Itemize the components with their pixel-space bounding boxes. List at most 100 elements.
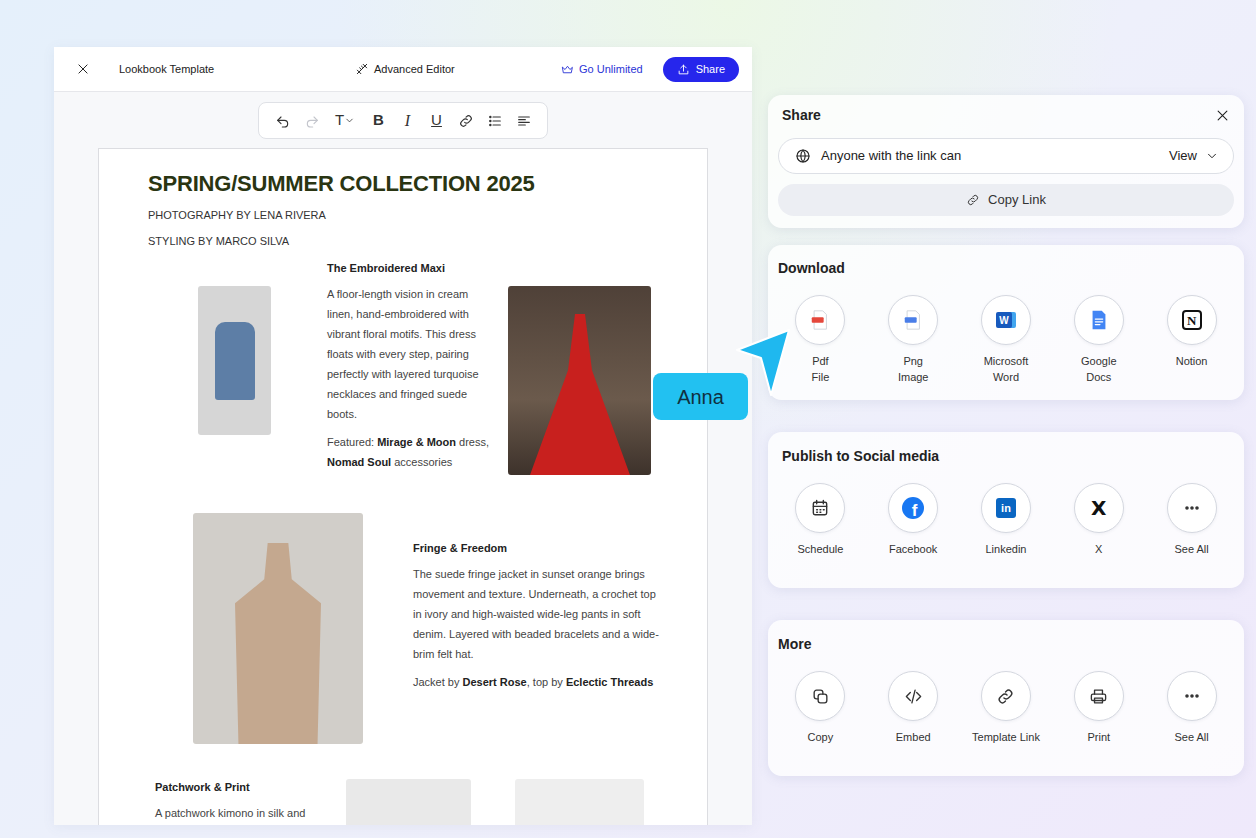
option-item: Png Image [867,295,960,385]
credit-line: PHOTOGRAPHY BY LENA RIVERA [148,207,707,223]
word-logo-icon: W [996,312,1016,328]
credit-segment: , top by [527,676,566,688]
option-label: Schedule [797,541,843,557]
panel-title: Publish to Social media [774,446,1238,466]
facebook-logo-icon: f [902,497,924,519]
photo [198,286,271,435]
close-icon [76,62,90,76]
undo-button[interactable] [269,106,296,136]
more-button[interactable] [1167,483,1217,533]
social-panel-options: SchedulefFacebookinLinkedinXXSee All [774,483,1238,557]
document-name: Lookbook Template [119,61,214,78]
png-button[interactable] [888,295,938,345]
option-item: Schedule [774,483,867,557]
section-text: The Embroidered MaxiA floor-length visio… [327,260,497,472]
editor-canvas: TBIU SPRING/SUMMER COLLECTION 2025 PHOTOGR… [54,92,752,825]
word-button[interactable]: W [981,295,1031,345]
advanced-editor-label: Advanced Editor [374,61,455,78]
section-credit: Featured: Mirage & Moon dress, Nomad Sou… [327,432,497,472]
option-label: See All [1174,541,1208,557]
close-button[interactable] [76,62,90,76]
print-button[interactable] [1074,671,1124,721]
list-button[interactable] [481,106,508,136]
format-toolbar: TBIU [258,102,548,139]
option-label: Pdf File [812,353,830,385]
photo [346,779,471,825]
underline-button[interactable]: U [423,106,450,136]
stage: Lookbook Template Advanced Editor Go Unlim… [0,0,1256,825]
png-icon [902,308,924,332]
more-button[interactable] [1167,671,1217,721]
printer-icon [1089,687,1108,706]
more-icon [1182,498,1202,518]
option-label: Png Image [898,353,929,385]
schedule-button[interactable] [795,483,845,533]
facebook-glyph: f [902,497,924,519]
top-bar: Lookbook Template Advanced Editor Go Unlim… [54,47,752,92]
option-label: Notion [1176,353,1208,369]
share-sidebar: Share Anyone with the link can View Copy Li… [768,95,1244,776]
option-label: Print [1087,729,1110,745]
list-icon [487,113,503,129]
link-button[interactable] [981,671,1031,721]
notion-glyph: N [1182,310,1202,330]
more-panel: MoreCopyEmbedTemplate LinkPrintSee All [768,620,1244,776]
go-unlimited-button[interactable]: Go Unlimited [561,61,643,78]
option-label: Copy [808,729,834,745]
embed-button[interactable] [888,671,938,721]
option-item: Template Link [960,671,1053,745]
photo [515,779,644,825]
access-select[interactable]: Anyone with the link can View [778,138,1234,174]
text-style-button[interactable]: T [327,106,363,136]
pdf-button[interactable] [795,295,845,345]
close-icon [1215,108,1230,123]
document-header: SPRING/SUMMER COLLECTION 2025 PHOTOGRAPHY… [99,171,707,249]
italic-button[interactable]: I [394,106,421,136]
link-icon [996,687,1015,706]
link-button[interactable] [452,106,479,136]
x-button[interactable]: X [1074,483,1124,533]
notion-button[interactable]: N [1167,295,1217,345]
redo-icon [304,113,320,129]
option-label: Template Link [972,729,1040,745]
copy-button[interactable] [795,671,845,721]
bold-label: B [373,109,384,132]
gdocs-button[interactable] [1074,295,1124,345]
share-button[interactable]: Share [663,57,739,82]
linkedin-button[interactable]: in [981,483,1031,533]
section-title: Fringe & Freedom [413,540,663,556]
close-share-button[interactable] [1215,108,1230,123]
share-panel: Share Anyone with the link can View Copy Li… [768,95,1244,228]
facebook-button[interactable]: f [888,483,938,533]
access-label: Anyone with the link can [821,146,961,166]
section-title: Patchwork & Print [155,779,330,795]
wand-icon [355,62,369,76]
x-glyph: X [1091,498,1106,518]
align-button[interactable] [510,106,537,136]
option-label: Google Docs [1081,353,1116,385]
globe-icon [795,148,811,164]
gdocs-icon [1088,308,1110,332]
credit-segment: Mirage & Moon [377,436,456,448]
option-item: Print [1052,671,1145,745]
link-icon [458,113,474,129]
option-item: See All [1145,671,1238,745]
calendar-icon [810,498,830,518]
document-title: SPRING/SUMMER COLLECTION 2025 [148,171,707,197]
photo [193,513,363,744]
option-label: Linkedin [986,541,1027,557]
copy-link-button[interactable]: Copy Link [778,184,1234,216]
bold-button[interactable]: B [365,106,392,136]
section-body: The suede fringe jacket in sunset orange… [413,564,663,664]
section-credit: Jacket by Desert Rose, top by Eclectic T… [413,672,663,692]
credit-segment: Jacket by [413,676,463,688]
permission-select[interactable]: View [1169,146,1219,166]
download-panel: DownloadPdf FilePng ImageWMicrosoft Word… [768,245,1244,400]
redo-button[interactable] [298,106,325,136]
top-bar-right: Go Unlimited Share [561,57,739,82]
option-item: XX [1052,483,1145,557]
option-item: Copy [774,671,867,745]
crown-icon [561,63,574,76]
advanced-editor-button[interactable]: Advanced Editor [355,61,455,78]
panel-title: Share [778,105,821,125]
